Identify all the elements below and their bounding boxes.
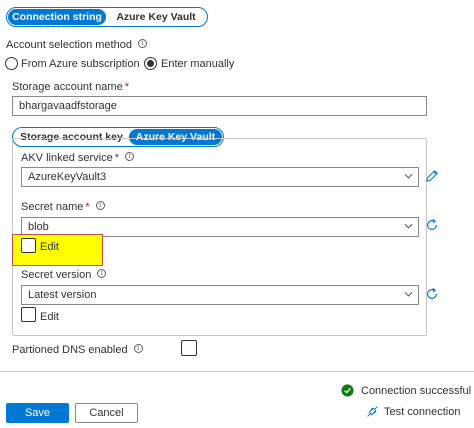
checkmark-circle-icon (341, 384, 354, 397)
chevron-down-icon (404, 223, 413, 229)
auth-method-toggle: Connection string Azure Key Vault (6, 7, 208, 27)
info-icon[interactable]: i (97, 269, 107, 278)
required-marker: * (124, 81, 129, 93)
required-marker: * (85, 201, 90, 213)
info-icon[interactable]: i (133, 344, 143, 353)
refresh-icon[interactable] (425, 218, 439, 232)
secret-version-label-text: Secret version (21, 269, 92, 281)
save-button[interactable]: Save (6, 403, 69, 423)
connection-status-text: Connection successful (361, 385, 472, 397)
radio-enter-manually-label[interactable]: Enter manually (161, 58, 234, 70)
pencil-icon[interactable] (425, 169, 439, 183)
storage-account-name-input[interactable]: bhargavaadfstorage (12, 96, 427, 116)
secret-name-edit-checkbox[interactable] (21, 238, 36, 253)
akv-linked-service-value: AzureKeyVault3 (28, 171, 107, 183)
secret-name-label: Secret name * i (21, 201, 105, 213)
tab-azure-key-vault[interactable]: Azure Key Vault (106, 9, 206, 25)
secret-name-edit-label[interactable]: Edit (40, 241, 59, 253)
refresh-icon[interactable] (425, 287, 439, 301)
secret-version-value: Latest version (28, 289, 97, 301)
partitioned-dns-checkbox[interactable] (181, 340, 197, 356)
cancel-button[interactable]: Cancel (75, 403, 138, 423)
radio-from-subscription-label[interactable]: From Azure subscription (21, 58, 140, 70)
footer-divider (0, 371, 474, 372)
radio-from-subscription[interactable] (5, 57, 18, 70)
akv-linked-service-label: AKV linked service * i (21, 152, 134, 164)
chevron-down-icon (404, 291, 413, 297)
partitioned-dns-label: Partioned DNS enabled i (12, 344, 143, 356)
required-marker: * (114, 152, 119, 164)
account-selection-label-text: Account selection method (6, 39, 132, 51)
storage-account-name-label: Storage account name * (12, 81, 129, 93)
secret-version-label: Secret version i (21, 269, 107, 281)
secret-name-label-text: Secret name (21, 201, 84, 213)
secret-name-value: blob (28, 221, 49, 233)
tab-connection-string[interactable]: Connection string (8, 9, 106, 25)
akv-linked-service-label-text: AKV linked service (21, 152, 113, 164)
chevron-down-icon (404, 173, 413, 179)
secret-version-combobox[interactable]: Latest version (21, 285, 419, 305)
info-icon[interactable]: i (137, 39, 147, 48)
test-connection-icon[interactable] (366, 405, 379, 418)
test-connection-link[interactable]: Test connection (384, 406, 460, 418)
info-icon[interactable]: i (95, 201, 105, 210)
secret-version-edit-checkbox[interactable] (21, 307, 36, 322)
radio-enter-manually[interactable] (144, 57, 157, 70)
partitioned-dns-label-text: Partioned DNS enabled (12, 344, 128, 356)
akv-linked-service-dropdown[interactable]: AzureKeyVault3 (21, 167, 419, 187)
secret-version-edit-label[interactable]: Edit (40, 311, 59, 323)
account-selection-label: Account selection method i (6, 39, 147, 51)
storage-account-name-label-text: Storage account name (12, 81, 123, 93)
info-icon[interactable]: i (125, 152, 134, 161)
